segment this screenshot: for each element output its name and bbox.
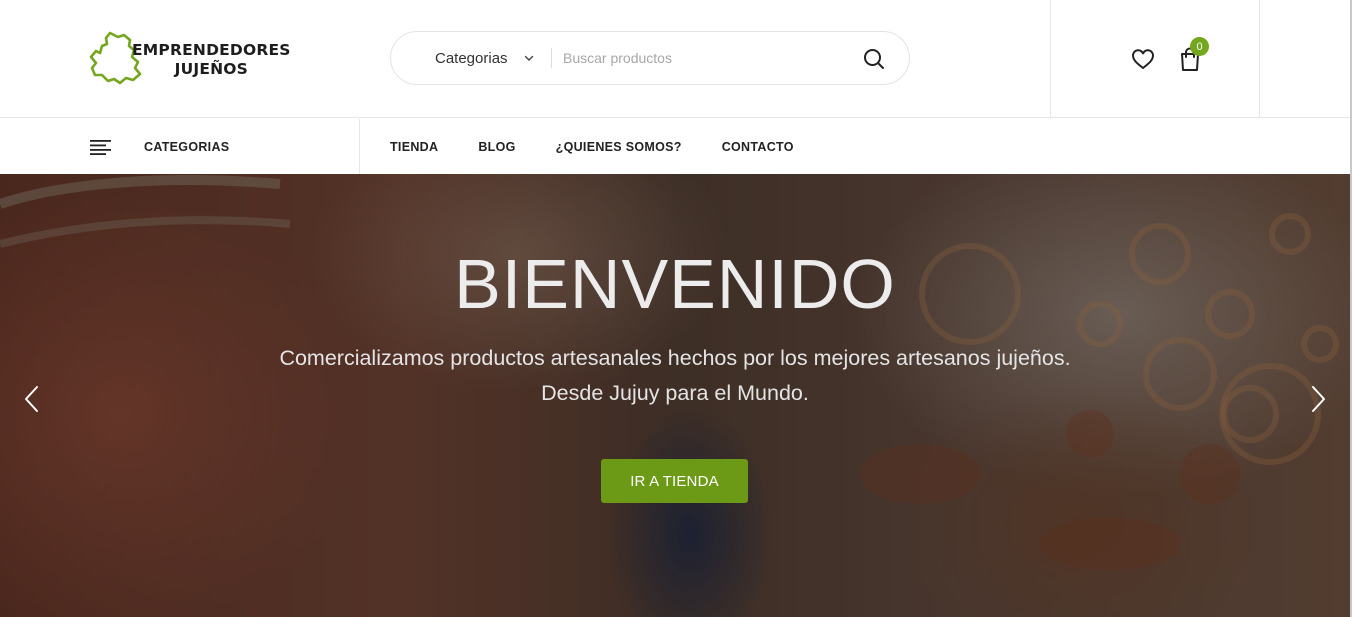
site-logo[interactable]: EMPRENDEDORES JUJEÑOS (88, 30, 298, 86)
categories-menu-button[interactable]: CATEGORIAS (90, 119, 229, 174)
nav-divider (359, 119, 360, 174)
menu-lines-icon (90, 139, 111, 155)
logo-line-1: EMPRENDEDORES (132, 41, 291, 59)
hero-slider: BIENVENIDO Comercializamos productos art… (0, 174, 1350, 617)
category-select[interactable]: Categorias (435, 32, 536, 84)
site-header: EMPRENDEDORES JUJEÑOS Categorias Buscar … (0, 0, 1352, 118)
logo-text: EMPRENDEDORES JUJEÑOS (132, 41, 291, 79)
nav-link-tienda[interactable]: TIENDA (390, 140, 438, 154)
slider-prev-arrow-icon[interactable] (22, 384, 42, 414)
slider-next-arrow-icon[interactable] (1308, 384, 1328, 414)
go-to-shop-button[interactable]: IR A TIENDA (601, 459, 748, 503)
nav-links: TIENDA BLOG ¿QUIENES SOMOS? CONTACTO (390, 119, 834, 174)
categories-menu-label: CATEGORIAS (144, 139, 230, 154)
nav-link-quienes-somos[interactable]: ¿QUIENES SOMOS? (556, 140, 682, 154)
search-button[interactable] (859, 44, 889, 74)
search-icon (864, 49, 884, 69)
hero-title: BIENVENIDO (454, 245, 896, 323)
cart-count-badge: 0 (1190, 37, 1209, 56)
search-input[interactable] (563, 44, 843, 72)
hero-subtitle-line-1: Comercializamos productos artesanales he… (279, 346, 1071, 370)
search-bar: Categorias (390, 31, 910, 85)
wishlist-button[interactable] (1128, 44, 1158, 74)
hero-subtitle: Comercializamos productos artesanales he… (0, 341, 1350, 411)
nav-link-blog[interactable]: BLOG (478, 140, 515, 154)
logo-line-2: JUJEÑOS (174, 60, 249, 78)
nav-link-contacto[interactable]: CONTACTO (722, 140, 794, 154)
chevron-down-icon (524, 55, 533, 61)
header-divider-right (1259, 0, 1260, 118)
main-nav: CATEGORIAS TIENDA BLOG ¿QUIENES SOMOS? C… (0, 119, 1352, 174)
search-divider (551, 48, 552, 68)
category-select-label: Categorias (435, 49, 508, 67)
heart-icon (1132, 49, 1154, 69)
hero-subtitle-line-2: Desde Jujuy para el Mundo. (541, 381, 809, 405)
header-divider-left (1050, 0, 1051, 118)
